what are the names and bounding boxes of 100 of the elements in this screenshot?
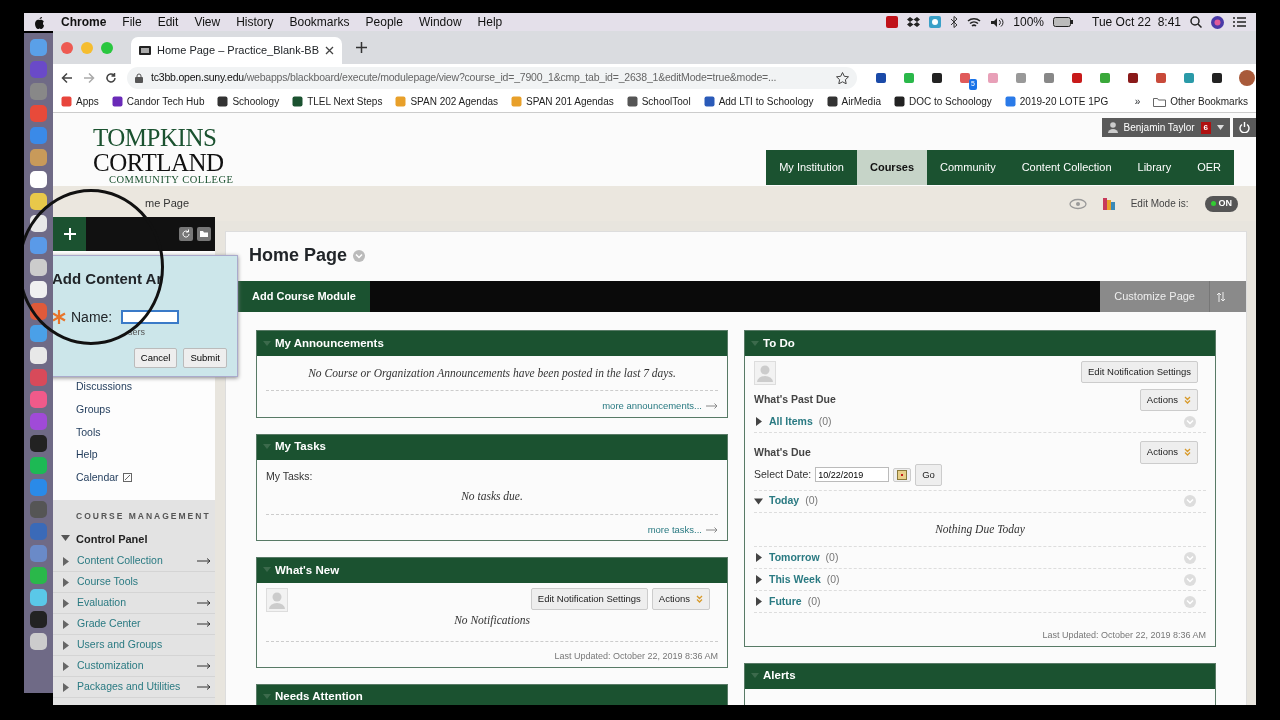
bookmark[interactable]: Candor Tech Hub bbox=[111, 94, 205, 109]
close-icon[interactable] bbox=[325, 46, 335, 55]
group-link[interactable]: All Items bbox=[769, 413, 813, 430]
bookmark[interactable]: Schoology bbox=[217, 94, 280, 109]
back-icon[interactable] bbox=[61, 71, 73, 84]
siri-icon[interactable] bbox=[1211, 15, 1224, 29]
edit-mode-toggle[interactable]: ON bbox=[1204, 195, 1238, 212]
course-menu-link[interactable]: Help bbox=[76, 447, 98, 463]
nav-tab[interactable]: Courses bbox=[857, 150, 927, 185]
extension-icon[interactable] bbox=[875, 71, 887, 84]
browser-tab[interactable]: Home Page – Practice_Blank-BB bbox=[131, 37, 343, 64]
expand-icon[interactable] bbox=[63, 682, 69, 692]
menu-item[interactable]: File bbox=[122, 13, 142, 31]
nav-tab[interactable]: Content Collection bbox=[1008, 150, 1125, 185]
extension-icon[interactable] bbox=[931, 71, 943, 84]
power-button[interactable] bbox=[1233, 118, 1256, 137]
dialog-button[interactable]: Submit bbox=[183, 347, 227, 368]
expand-icon[interactable] bbox=[63, 598, 69, 608]
menu-item[interactable]: People bbox=[365, 13, 403, 31]
calendar-button[interactable] bbox=[893, 467, 912, 482]
app-icon[interactable] bbox=[30, 325, 47, 342]
expand-icon[interactable] bbox=[754, 597, 763, 606]
expand-icon[interactable] bbox=[63, 619, 69, 629]
user-menu[interactable]: Benjamin Taylor 6 bbox=[1101, 118, 1230, 137]
control-panel-link[interactable]: Course Tools bbox=[77, 574, 139, 590]
bluetooth-icon[interactable] bbox=[950, 16, 959, 28]
group-link[interactable]: Future bbox=[769, 593, 802, 610]
bookmark[interactable]: Apps bbox=[61, 94, 99, 109]
notification-settings-button[interactable]: Edit Notification Settings bbox=[530, 587, 648, 610]
menu-item[interactable]: Window bbox=[418, 13, 462, 31]
nav-tab[interactable]: Community bbox=[927, 150, 1009, 185]
preview-icon[interactable] bbox=[1068, 197, 1087, 210]
battery-icon[interactable] bbox=[1053, 17, 1074, 27]
menu-item[interactable]: Bookmarks bbox=[289, 13, 350, 31]
reorder-button[interactable] bbox=[1209, 281, 1246, 312]
bookmark[interactable]: DOC to Schoology bbox=[893, 94, 992, 109]
bookmark[interactable]: TLEL Next Steps bbox=[292, 94, 383, 109]
expand-icon[interactable] bbox=[63, 556, 69, 566]
app-icon[interactable] bbox=[30, 193, 47, 210]
actions-button[interactable]: Actions bbox=[1139, 389, 1198, 412]
menu-item[interactable]: History bbox=[236, 13, 274, 31]
wifi-icon[interactable] bbox=[967, 16, 982, 28]
bookmark[interactable]: SPAN 201 Agendas bbox=[511, 94, 614, 109]
add-menu-item-button[interactable] bbox=[53, 217, 86, 251]
folder-icon[interactable] bbox=[197, 227, 211, 241]
date-field[interactable]: 10/22/2019 bbox=[815, 467, 890, 483]
bookmark[interactable]: 2019-20 LOTE 1PG bbox=[1004, 94, 1109, 109]
extension-icon[interactable] bbox=[1211, 71, 1223, 84]
nav-tab[interactable]: My Institution bbox=[766, 150, 857, 185]
control-panel-link[interactable]: Packages and Utilities bbox=[77, 679, 181, 695]
control-panel-link[interactable]: Users and Groups bbox=[77, 637, 163, 653]
reload-icon[interactable] bbox=[105, 71, 117, 84]
overflow-button[interactable]: » bbox=[1134, 94, 1141, 109]
add-course-module-button[interactable]: Add Course Module bbox=[238, 281, 370, 312]
bookmark[interactable]: Add LTI to Schoology bbox=[703, 94, 814, 109]
course-menu-link[interactable]: Discussions bbox=[76, 379, 133, 395]
bookmark-folder[interactable]: Other Bookmarks bbox=[1153, 94, 1248, 109]
status-icon[interactable] bbox=[886, 16, 899, 28]
bookmark[interactable]: SPAN 202 Agendas bbox=[395, 94, 499, 109]
window-control[interactable] bbox=[61, 41, 73, 54]
list-icon[interactable] bbox=[1233, 17, 1246, 27]
course-menu-link[interactable]: Groups bbox=[76, 401, 111, 418]
expand-icon[interactable] bbox=[63, 661, 69, 671]
menu-item[interactable]: Edit bbox=[157, 13, 179, 31]
address-bar[interactable]: tc3bb.open.suny.edu/webapps/blackboard/execute/modulepage/view?course_id=_7900_1&cmp_tab_id=_2638_1&editMode=true&mode=... bbox=[127, 66, 857, 89]
avatar-icon[interactable] bbox=[1239, 69, 1255, 86]
more-link[interactable]: more tasks... bbox=[647, 522, 702, 537]
arrow-icon[interactable] bbox=[197, 621, 211, 627]
app-icon[interactable] bbox=[30, 215, 47, 232]
expand-icon[interactable] bbox=[754, 496, 763, 506]
group-link[interactable]: Tomorrow bbox=[769, 549, 820, 566]
expand-icon[interactable] bbox=[61, 534, 70, 544]
expand-icon[interactable] bbox=[63, 577, 69, 587]
refresh-icon[interactable] bbox=[179, 227, 193, 241]
control-panel-link[interactable]: Grade Center bbox=[77, 616, 141, 632]
arrow-icon[interactable] bbox=[197, 600, 211, 606]
group-link[interactable]: Today bbox=[769, 493, 800, 510]
notification-settings-button[interactable]: Edit Notification Settings bbox=[1081, 361, 1198, 384]
control-panel-link[interactable]: Content Collection bbox=[77, 553, 163, 569]
bookmark[interactable]: SchoolTool bbox=[626, 94, 691, 109]
extension-icon[interactable] bbox=[1127, 71, 1139, 84]
dropbox-icon[interactable] bbox=[907, 16, 921, 28]
expand-icon[interactable] bbox=[754, 553, 763, 562]
volume-icon[interactable] bbox=[990, 16, 1005, 28]
dialog-button[interactable]: Cancel bbox=[133, 347, 178, 368]
nav-tab[interactable]: OER bbox=[1184, 150, 1234, 185]
new-tab-icon[interactable] bbox=[356, 42, 368, 53]
control-panel-link[interactable]: Evaluation bbox=[77, 595, 127, 611]
arrow-icon[interactable] bbox=[197, 684, 211, 690]
arrow-icon[interactable] bbox=[197, 663, 211, 669]
arrow-icon[interactable] bbox=[197, 558, 211, 564]
status-icon[interactable] bbox=[929, 16, 942, 28]
actions-button[interactable]: Actions bbox=[651, 587, 710, 610]
control-panel-heading[interactable]: Control Panel bbox=[76, 530, 148, 547]
expand-icon[interactable] bbox=[754, 417, 763, 427]
expand-icon[interactable] bbox=[63, 640, 69, 650]
menu-item[interactable]: Help bbox=[477, 13, 503, 31]
more-link[interactable]: more announcements... bbox=[602, 399, 702, 414]
go-button[interactable]: Go bbox=[915, 463, 942, 486]
name-field[interactable] bbox=[121, 310, 180, 324]
